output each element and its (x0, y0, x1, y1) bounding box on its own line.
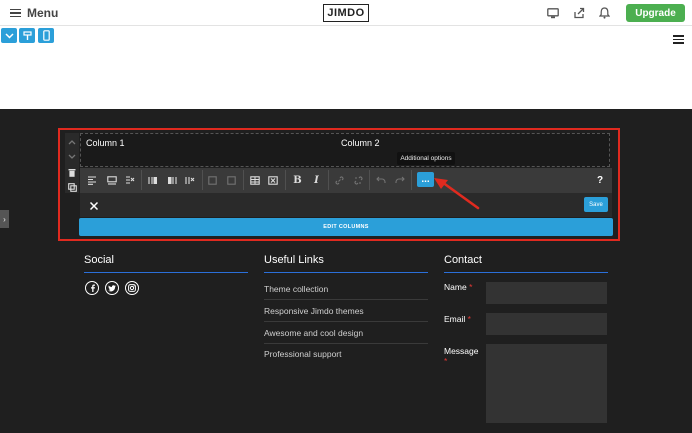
message-label: Message * (444, 346, 484, 366)
social-underline (84, 272, 248, 273)
menu-label: Menu (27, 6, 59, 20)
link-responsive-themes[interactable]: Responsive Jimdo themes (264, 300, 428, 322)
email-field[interactable] (486, 313, 607, 335)
upgrade-button[interactable]: Upgrade (626, 4, 685, 22)
share-icon[interactable] (572, 6, 586, 20)
required-marker: * (444, 356, 448, 366)
collapse-button[interactable] (1, 28, 17, 43)
mobile-icon (42, 30, 50, 41)
email-label-text: Email (444, 314, 466, 324)
useful-links-heading: Useful Links (264, 254, 324, 266)
social-heading: Social (84, 254, 114, 266)
site-menu-icon[interactable] (673, 35, 684, 44)
message-field[interactable] (486, 344, 607, 423)
required-marker: * (467, 314, 471, 324)
chevron-down-icon (4, 32, 14, 39)
message-label-text: Message (444, 346, 479, 356)
required-marker: * (469, 282, 473, 292)
facebook-icon[interactable] (85, 281, 99, 295)
link-theme-collection[interactable]: Theme collection (264, 278, 428, 300)
desktop-icon[interactable] (546, 6, 560, 20)
menu-button[interactable]: Menu (10, 5, 58, 21)
contact-heading: Contact (444, 254, 482, 266)
twitter-icon[interactable] (105, 281, 119, 295)
link-professional-support[interactable]: Professional support (264, 343, 428, 365)
bell-icon[interactable] (597, 6, 611, 20)
paint-roller-icon (22, 30, 32, 40)
name-label-text: Name (444, 282, 467, 292)
red-arrow-icon (434, 178, 480, 210)
name-label: Name * (444, 282, 472, 292)
email-label: Email * (444, 314, 471, 324)
side-panel-toggle[interactable]: › (0, 210, 9, 228)
mobile-view-button[interactable] (38, 28, 54, 43)
highlight-frame (58, 128, 620, 241)
hamburger-icon (10, 8, 21, 18)
link-awesome-design[interactable]: Awesome and cool design (264, 322, 428, 344)
links-underline (264, 272, 428, 273)
design-button[interactable] (19, 28, 35, 43)
instagram-icon[interactable] (125, 281, 139, 295)
name-field[interactable] (486, 282, 607, 304)
contact-underline (444, 272, 608, 273)
jimdo-logo: JIMDO (323, 4, 369, 22)
